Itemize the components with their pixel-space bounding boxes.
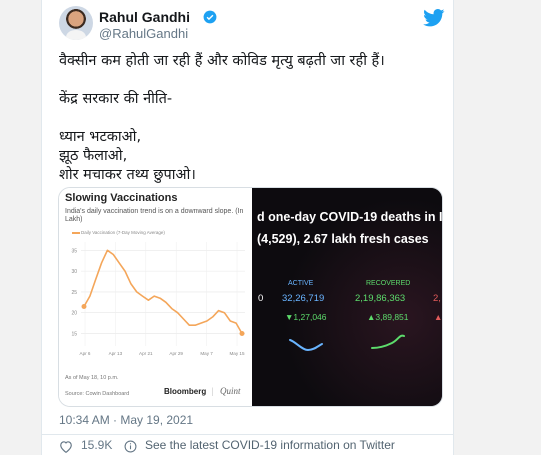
vaccination-line-chart: 15 20 25 30 35 Apr 6 Apr 13 Apr 21 Apr 29 May 7 Ma… — [71, 242, 245, 356]
y-tick-label: 15 — [71, 332, 77, 338]
tweet-line: झूठ फैलाओ, — [59, 148, 128, 164]
vaccination-chart-image[interactable]: Slowing Vaccinations India's daily vacci… — [59, 188, 251, 406]
media-grid[interactable]: Slowing Vaccinations India's daily vacci… — [58, 187, 443, 407]
y-tick-label: 30 — [71, 269, 77, 275]
chart-subtitle: India's daily vaccination trend is on a … — [65, 208, 244, 223]
recovered-value: 2,19,86,363 — [355, 293, 406, 304]
chart-as-of: As of May 18, 10 p.m. — [65, 375, 119, 381]
x-tick-label: Apr 21 — [139, 351, 153, 356]
covid-info-link[interactable]: See the latest COVID-19 information on T… — [145, 438, 395, 452]
chart-legend: Daily Vaccination (7-Day Moving Average) — [81, 230, 165, 235]
tweet-line: केंद्र सरकार की नीति- — [59, 91, 173, 107]
active-label: ACTIVE — [288, 280, 314, 287]
tweet-timestamp[interactable]: 10:34 AM · May 19, 2021 — [59, 413, 193, 427]
active-sparkline — [289, 339, 323, 352]
info-icon[interactable] — [124, 440, 137, 455]
display-name[interactable]: Rahul Gandhi — [99, 9, 190, 25]
y-tick-label: 20 — [71, 311, 77, 317]
brand-separator: | — [211, 386, 214, 396]
verified-icon — [203, 10, 217, 24]
twitter-bird-icon[interactable] — [423, 9, 445, 27]
x-tick-label: Apr 13 — [109, 351, 123, 356]
handle[interactable]: @RahulGandhi — [99, 26, 188, 41]
x-tick-label: May 15 — [229, 351, 245, 356]
active-delta: ▼1,27,046 — [285, 312, 327, 322]
partial-right-value: 2, — [433, 293, 441, 304]
headline-line-1: d one-day COVID-19 deaths in In — [257, 210, 442, 224]
tweet-line: वैक्सीन कम होती जा रही हैं और कोविड मृत्… — [59, 53, 385, 69]
legend-swatch — [72, 232, 80, 234]
tweet-line — [59, 109, 439, 128]
heart-icon[interactable] — [59, 440, 73, 455]
series-end-point — [239, 331, 245, 337]
bloomberg-logo: Bloomberg — [164, 387, 207, 396]
recovered-sparkline — [371, 334, 405, 349]
recovered-label: RECOVERED — [366, 280, 411, 287]
recovered-delta: ▲3,89,851 — [367, 312, 409, 322]
x-tick-label: Apr 6 — [80, 351, 91, 356]
headline-line-2: (4,529), 2.67 lakh fresh cases — [257, 232, 429, 246]
tweet-text: वैक्सीन कम होती जा रही हैं और कोविड मृत्… — [59, 52, 439, 185]
chart-title: Slowing Vaccinations — [65, 192, 178, 204]
tweet-line: ध्यान भटकाओ, — [59, 129, 142, 145]
tweet-line — [59, 71, 439, 90]
tweet-line: शोर मचाकर तथ्य छुपाओ। — [59, 167, 196, 183]
series-start-point — [81, 303, 87, 309]
y-tick-label: 35 — [71, 248, 77, 254]
divider — [42, 434, 453, 435]
x-tick-label: Apr 29 — [169, 351, 183, 356]
partial-right-delta: ▲ — [434, 312, 442, 322]
y-tick-label: 25 — [71, 290, 77, 296]
partial-left-value: 0 — [258, 293, 264, 304]
active-value: 32,26,719 — [282, 293, 325, 304]
covid-stats-image[interactable]: d one-day COVID-19 deaths in In (4,529),… — [252, 188, 442, 406]
tweet-card: Rahul Gandhi @RahulGandhi वैक्सीन कम होत… — [41, 0, 454, 455]
avatar[interactable] — [59, 6, 93, 40]
x-tick-label: May 7 — [200, 351, 213, 356]
like-count[interactable]: 15.9K — [81, 438, 112, 452]
chart-source: Source: Cowin Dashboard — [65, 391, 130, 397]
quint-logo: Quint — [220, 386, 241, 396]
